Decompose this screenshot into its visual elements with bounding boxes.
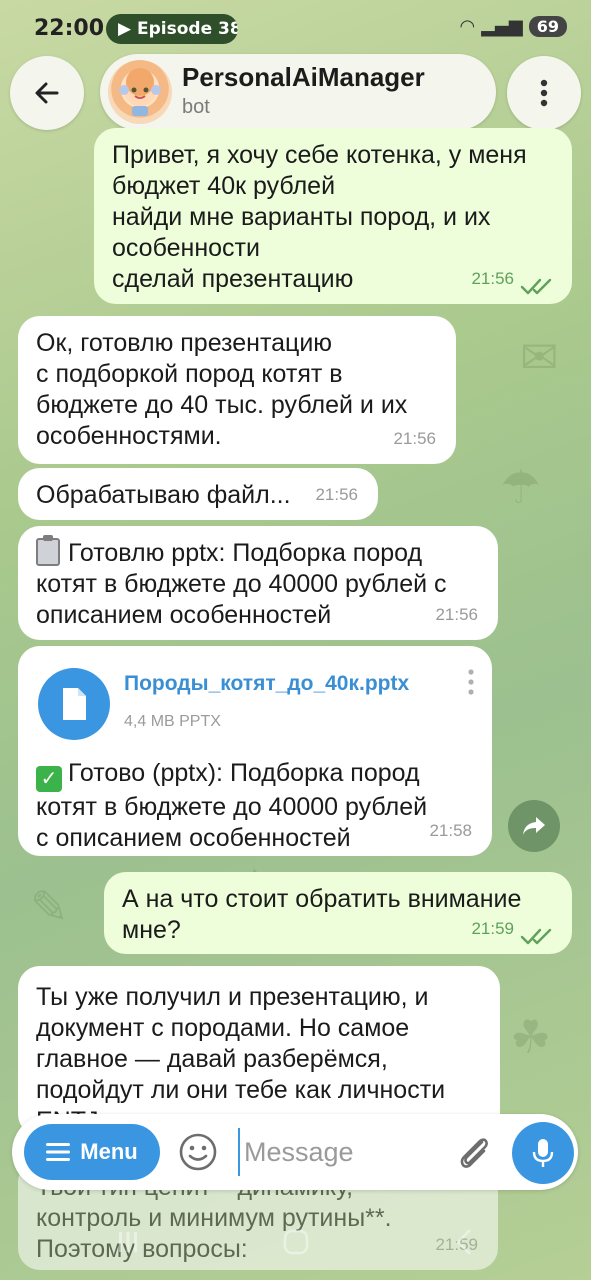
incoming-message[interactable]: Ок, готовлю презентацию с подборкой поро… <box>18 316 456 464</box>
wallpaper-doodle: ☂ <box>500 460 542 514</box>
more-options-button[interactable] <box>507 56 581 130</box>
message-text: ✓ Готово (pptx): Подборка пород котят в б… <box>36 758 476 854</box>
incoming-message[interactable]: Обрабатываю файл... 21:56 <box>18 468 378 520</box>
share-icon <box>523 817 545 835</box>
recent-apps-button[interactable] <box>108 1222 148 1262</box>
bot-subtitle: bot <box>182 96 210 118</box>
voice-record-button[interactable] <box>512 1122 574 1184</box>
message-time: 21:56 <box>435 605 478 624</box>
message-time: 21:56 <box>393 429 436 448</box>
read-checkmarks-icon <box>520 278 552 295</box>
message-composer: Menu <box>12 1114 578 1190</box>
avatar-illustration <box>119 68 161 116</box>
file-name[interactable]: Породы_котят_до_40к.pptx <box>124 668 409 699</box>
recent-apps-icon <box>119 1232 137 1252</box>
message-text: Готовлю pptx: Подборка пород котят в бюд… <box>36 535 480 631</box>
status-time: 22:00 <box>34 16 105 41</box>
share-button[interactable] <box>508 800 560 852</box>
message-time: 21:56 <box>315 485 358 504</box>
message-text: Ок, готовлю презентацию с подборкой поро… <box>36 329 408 450</box>
message-text: Обрабатываю файл... <box>36 481 291 509</box>
bot-menu-button[interactable]: Menu <box>24 1124 160 1180</box>
incoming-message[interactable]: Готовлю pptx: Подборка пород котят в бюд… <box>18 526 498 640</box>
message-body: Готовлю pptx: Подборка пород котят в бюд… <box>36 539 447 629</box>
chat-title-pill[interactable]: PersonalAiManager bot <box>100 54 496 130</box>
message-time: 21:56 <box>471 269 514 288</box>
check-mark-emoji-icon: ✓ <box>36 766 62 792</box>
bot-avatar[interactable] <box>108 60 172 124</box>
wallpaper-doodle: ✉ <box>520 330 559 384</box>
system-back-button[interactable] <box>444 1222 484 1262</box>
chevron-left-icon <box>456 1229 471 1255</box>
document-icon <box>63 688 86 720</box>
home-button[interactable] <box>276 1222 316 1262</box>
home-icon <box>283 1229 309 1255</box>
hamburger-icon <box>46 1143 71 1161</box>
status-bar: 22:00 ▶ Episode 38 ◠ ▂▄▆ 69 <box>0 0 591 56</box>
incoming-message[interactable]: Ты уже получил и презентацию, и документ… <box>18 966 500 1136</box>
outgoing-message[interactable]: Привет, я хочу себе котенка, у меня бюдж… <box>94 128 572 304</box>
file-meta: 4,4 MB PPTX <box>124 713 221 730</box>
battery-indicator: 69 <box>528 16 567 37</box>
file-download-button[interactable] <box>38 668 110 740</box>
bot-name: PersonalAiManager <box>182 62 425 92</box>
message-time: 21:58 <box>429 821 472 840</box>
back-button[interactable] <box>10 56 84 130</box>
signal-icon: ▂▄▆ <box>481 16 523 37</box>
paperclip-icon[interactable] <box>452 1130 496 1174</box>
media-episode-pill[interactable]: ▶ Episode 38 <box>106 14 238 44</box>
incoming-file-message[interactable]: Породы_котят_до_40к.pptx 4,4 MB PPTX ✓ Го… <box>18 646 492 856</box>
status-icons: ◠ ▂▄▆ 69 <box>459 16 567 37</box>
file-options-icon[interactable] <box>466 668 476 696</box>
wifi-icon: ◠ <box>459 16 476 37</box>
chat-header: PersonalAiManager bot <box>0 52 591 132</box>
system-navigation-bar <box>0 1212 591 1272</box>
wallpaper-doodle: ✎ <box>30 880 69 934</box>
more-vertical-icon <box>540 79 548 107</box>
clipboard-emoji-icon <box>36 535 60 566</box>
message-text: Ты уже получил и презентацию, и документ… <box>36 983 446 1135</box>
message-input[interactable] <box>238 1128 438 1176</box>
menu-label: Menu <box>80 1139 138 1164</box>
microphone-icon <box>532 1139 554 1167</box>
smile-icon[interactable] <box>178 1132 218 1172</box>
outgoing-message[interactable]: А на что стоит обратить внимание мне? 21… <box>104 872 572 954</box>
wallpaper-doodle: ☘ <box>510 1010 552 1064</box>
arrow-left-icon <box>35 82 59 104</box>
message-time: 21:59 <box>471 919 514 938</box>
read-checkmarks-icon <box>520 928 552 945</box>
message-body: Готово (pptx): Подборка пород котят в бю… <box>36 759 428 852</box>
